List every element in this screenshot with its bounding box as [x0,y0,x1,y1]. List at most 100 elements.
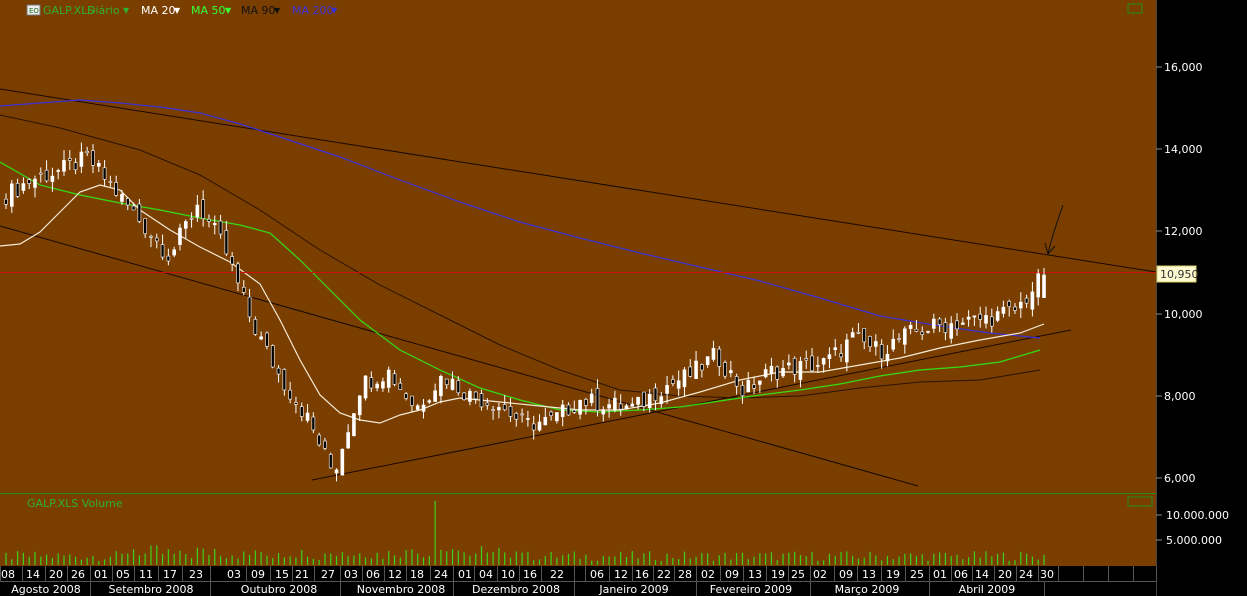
legend-symbol-suffix[interactable]: Diário [87,4,120,17]
candle [717,348,722,367]
x-month-label: Janeiro 2009 [598,583,668,596]
candle [665,385,669,394]
volume-bar [422,557,425,565]
candle [601,409,606,415]
volume-bar [115,551,117,565]
volume-bar [219,555,222,565]
chevron-down-icon[interactable]: ▼ [274,6,281,15]
volume-bar [306,556,309,565]
candle [218,220,223,235]
candle [253,319,258,335]
candle [537,421,542,431]
candle [4,198,8,205]
candle [247,296,252,318]
candle [978,313,983,320]
legend-ma50[interactable]: MA 50 [191,4,226,17]
volume-bar [335,555,338,565]
volume-bar [799,554,802,565]
volume-bar [579,558,581,565]
volume-bar [475,553,477,565]
x-day-label: 13 [748,568,762,581]
candle [497,407,501,411]
candle [143,218,147,234]
candle [62,159,66,172]
candle [485,402,490,406]
volume-bar [997,553,999,565]
candle [520,413,524,416]
volume-bar [811,551,813,565]
candle [433,390,437,402]
candle [595,388,600,411]
candle [340,448,345,476]
volume-bar [1008,560,1010,565]
legend-ma200[interactable]: MA 200 [292,4,334,17]
price-panel [0,0,1156,493]
chevron-down-icon[interactable]: ▼ [123,6,130,15]
volume-bar [805,556,807,565]
candle [172,249,176,256]
candle [868,336,872,348]
volume-bar [910,553,912,565]
volume-bar [724,552,726,565]
candle [1019,301,1023,309]
chevron-down-icon[interactable]: ▼ [331,6,338,15]
candle [613,397,617,411]
volume-bar [86,557,88,565]
x-month-label: Agosto 2008 [11,583,81,596]
volume-axis: 10.000.000 5.000.000 [1156,509,1229,547]
x-day-label: 04 [479,568,493,581]
volume-bar [440,549,442,565]
candle [932,318,936,329]
candle [891,338,896,350]
candle [27,179,31,184]
volume-bar [973,551,976,565]
volume-bar [515,551,517,565]
volume-bar [886,555,889,565]
volume-bar [782,553,784,565]
volume-bar [190,557,193,565]
volume-bar [347,555,349,565]
legend-ma20[interactable]: MA 20 [141,4,176,17]
x-day-label: 09 [839,568,853,581]
candle [270,345,275,368]
volume-bar [846,551,848,565]
volume-bar [277,553,280,565]
candle [21,183,26,191]
candle [845,339,849,363]
candle [131,205,136,211]
candle [589,393,594,404]
volume-label[interactable]: GALP.XLS Volume [27,497,123,510]
candle [108,181,113,183]
candle [479,393,484,408]
candle [44,169,49,182]
candle [166,255,171,262]
candle [230,256,234,265]
volume-bar [451,549,454,565]
candle [874,341,878,347]
x-day-label: 20 [998,568,1012,581]
candle [38,172,43,175]
candle [833,347,838,350]
x-day-label: 02 [701,568,715,581]
volume-bar [828,553,831,565]
x-month-label: Abril 2009 [959,583,1016,596]
chevron-down-icon[interactable]: ▼ [225,6,232,15]
candle [746,380,751,393]
candle [328,454,333,469]
volume-bar [272,558,274,565]
candle [508,405,513,417]
x-day-label: 19 [886,568,900,581]
candle [549,411,553,416]
candle [700,364,704,371]
candle [241,286,246,293]
chevron-down-icon[interactable]: ▼ [174,6,181,15]
candle [259,336,263,340]
legend-ma90[interactable]: MA 90 [241,4,276,17]
volume-bar [150,545,152,565]
volume-bar [707,553,709,565]
candle [154,237,159,242]
volume-bar [289,556,291,565]
candle [1036,273,1041,298]
candle [787,362,791,366]
candle [943,322,948,333]
